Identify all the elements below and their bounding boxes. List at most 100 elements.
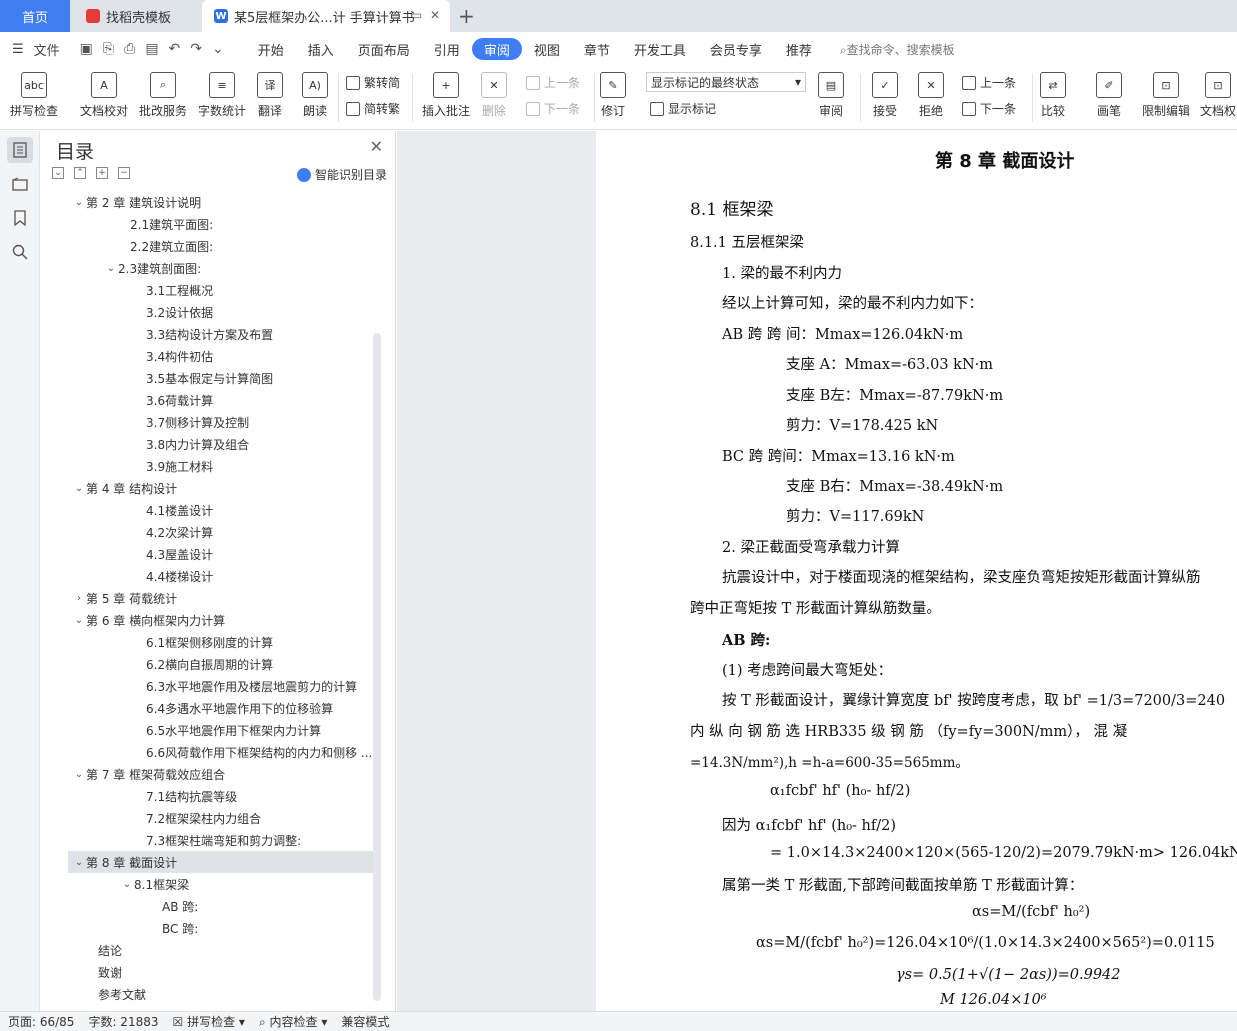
tab-float-icon[interactable]: ▭: [411, 8, 422, 22]
toc-item[interactable]: 3.8内力计算及组合: [44, 433, 374, 455]
toc-item[interactable]: 结论: [44, 939, 374, 961]
save-icon[interactable]: ▣: [80, 41, 93, 57]
toc-item[interactable]: AB 跨:: [44, 895, 374, 917]
remove-level-icon[interactable]: −: [118, 167, 130, 179]
toc-item[interactable]: 3.5基本假定与计算简图: [44, 367, 374, 389]
page-count[interactable]: 页面: 66/85: [8, 1013, 74, 1030]
command-search[interactable]: ⌕查找命令、搜索模板: [840, 41, 955, 58]
toc-item[interactable]: 4.3屋盖设计: [44, 543, 374, 565]
chevron-right-icon[interactable]: ›: [72, 593, 86, 604]
tab-view[interactable]: 视图: [522, 38, 572, 60]
chevron-down-icon[interactable]: ⌄: [72, 769, 86, 780]
chevron-down-icon[interactable]: ⌄: [72, 615, 86, 626]
toc-item[interactable]: 7.1结构抗震等级: [44, 785, 374, 807]
toc-item[interactable]: ⌄ 第 4 章 结构设计: [44, 477, 374, 499]
markup-state-dropdown[interactable]: 显示标记的最终状态 ▾: [646, 72, 806, 92]
expand-up-icon[interactable]: ⌃: [74, 167, 86, 179]
undo-icon[interactable]: ↶: [169, 41, 181, 57]
toc-item[interactable]: 6.5水平地震作用下框架内力计算: [44, 719, 374, 741]
toc-item[interactable]: 3.2设计依据: [44, 301, 374, 323]
smart-toc-button[interactable]: 智能识别目录: [296, 166, 387, 183]
compare-button[interactable]: ⇄ 比较: [1040, 72, 1066, 119]
toc-item[interactable]: BC 跨:: [44, 917, 374, 939]
chevron-down-icon[interactable]: ⌄: [72, 857, 86, 868]
chevron-down-icon[interactable]: ⌄: [120, 879, 134, 890]
tab-insert[interactable]: 插入: [296, 38, 346, 60]
toc-item[interactable]: 4.1楼盖设计: [44, 499, 374, 521]
toc-item[interactable]: 3.1工程概况: [44, 279, 374, 301]
trad-to-simp-button[interactable]: 繁转简: [346, 74, 400, 91]
toc-item[interactable]: 4.2次梁计算: [44, 521, 374, 543]
search-rail-button[interactable]: [7, 239, 33, 265]
next-change-button[interactable]: 下一条: [962, 100, 1016, 117]
document-page[interactable]: 第 8 章 截面设计 8.1 框架梁 8.1.1 五层框架梁 1. 梁的最不利内…: [596, 131, 1237, 1011]
next-comment-button[interactable]: 下一条: [526, 100, 580, 117]
spell-check-button[interactable]: abc 拼写检查: [10, 72, 58, 119]
accept-button[interactable]: ✓ 接受: [872, 72, 898, 119]
more-icon[interactable]: ⌄: [212, 41, 224, 57]
tab-section[interactable]: 章节: [572, 38, 622, 60]
tab-home[interactable]: 首页: [0, 0, 70, 32]
toc-item[interactable]: 4.4楼梯设计: [44, 565, 374, 587]
chevron-down-icon[interactable]: ⌄: [72, 197, 86, 208]
toc-item[interactable]: ⌄ 第 6 章 横向框架内力计算: [44, 609, 374, 631]
toc-item[interactable]: 3.9施工材料: [44, 455, 374, 477]
file-menu[interactable]: 文件: [34, 40, 60, 59]
word-count-button[interactable]: ≡ 字数统计: [198, 72, 246, 119]
toc-item[interactable]: 3.7侧移计算及控制: [44, 411, 374, 433]
toc-item[interactable]: 6.6风荷载作用下框架结构的内力和侧移 ...: [44, 741, 374, 763]
restrict-edit-button[interactable]: ⊡ 限制编辑: [1142, 72, 1190, 119]
toc-item[interactable]: 2.1建筑平面图:: [44, 213, 374, 235]
spell-status[interactable]: ☒ 拼写检查 ▾: [173, 1013, 245, 1030]
toc-item[interactable]: 参考文献: [44, 983, 374, 1005]
insert-comment-button[interactable]: + 插入批注: [422, 72, 470, 119]
review-pane-button[interactable]: ▤ 审阅: [818, 72, 844, 119]
batch-service-button[interactable]: ⌕ 批改服务: [139, 72, 187, 119]
export-icon[interactable]: ⎘: [103, 41, 114, 57]
reject-button[interactable]: ✕ 拒绝: [918, 72, 944, 119]
word-count[interactable]: 字数: 21883: [88, 1013, 158, 1030]
toc-item[interactable]: 3.3结构设计方案及布置: [44, 323, 374, 345]
content-check-status[interactable]: ⌕ 内容检查 ▾: [259, 1013, 327, 1030]
simp-to-trad-button[interactable]: 简转繁: [346, 100, 400, 117]
toc-scrollbar[interactable]: [373, 333, 381, 1001]
track-changes-button[interactable]: ✎ 修订: [600, 72, 626, 119]
show-markup-button[interactable]: 显示标记: [650, 100, 716, 117]
redo-icon[interactable]: ↷: [190, 41, 202, 57]
tab-review[interactable]: 审阅: [471, 38, 522, 60]
close-icon[interactable]: ✕: [370, 137, 383, 156]
add-level-icon[interactable]: +: [96, 167, 108, 179]
translate-button[interactable]: 译翻译: [257, 72, 283, 119]
doc-check-button[interactable]: A 文档校对: [80, 72, 128, 119]
preview-icon[interactable]: ▤: [145, 41, 158, 57]
toc-item[interactable]: 3.6荷载计算: [44, 389, 374, 411]
tab-recommend[interactable]: 推荐: [774, 38, 824, 60]
prev-comment-button[interactable]: 上一条: [526, 74, 580, 91]
toc-item[interactable]: 7.3框架柱端弯矩和剪力调整:: [44, 829, 374, 851]
tab-member[interactable]: 会员专享: [698, 38, 774, 60]
toc-item[interactable]: 6.2横向自振周期的计算: [44, 653, 374, 675]
tab-references[interactable]: 引用: [422, 38, 472, 60]
tab-start[interactable]: 开始: [246, 38, 296, 60]
tab-layout[interactable]: 页面布局: [346, 38, 422, 60]
tab-template[interactable]: 找稻壳模板: [72, 0, 200, 32]
toc-item[interactable]: 7.2框架梁柱内力组合: [44, 807, 374, 829]
toc-item[interactable]: ⌄ 2.3建筑剖面图:: [44, 257, 374, 279]
toc-item[interactable]: 6.1框架侧移刚度的计算: [44, 631, 374, 653]
collapse-all-icon[interactable]: ⌄: [52, 167, 64, 179]
toc-item[interactable]: ⌄ 第 7 章 框架荷载效应组合: [44, 763, 374, 785]
pen-button[interactable]: ✐ 画笔: [1096, 72, 1122, 119]
tab-document[interactable]: W 某5层框架办公...计 手算计算书 ▭ ✕: [202, 0, 450, 32]
tab-developer[interactable]: 开发工具: [622, 38, 698, 60]
toc-item[interactable]: ⌄ 第 2 章 建筑设计说明: [44, 191, 374, 213]
toc-item[interactable]: ⌄ 第 8 章 截面设计: [68, 851, 374, 873]
toc-rail-button[interactable]: [7, 137, 33, 163]
toc-item[interactable]: 6.3水平地震作用及楼层地震剪力的计算: [44, 675, 374, 697]
tab-close-icon[interactable]: ✕: [430, 8, 440, 22]
toc-item[interactable]: 6.4多遇水平地震作用下的位移验算: [44, 697, 374, 719]
new-tab-icon[interactable]: +: [458, 4, 475, 28]
bookmark-rail-button[interactable]: [7, 205, 33, 231]
chevron-down-icon[interactable]: ⌄: [72, 483, 86, 494]
hamburger-icon[interactable]: ☰: [12, 42, 24, 57]
chapter-rail-button[interactable]: [7, 171, 33, 197]
